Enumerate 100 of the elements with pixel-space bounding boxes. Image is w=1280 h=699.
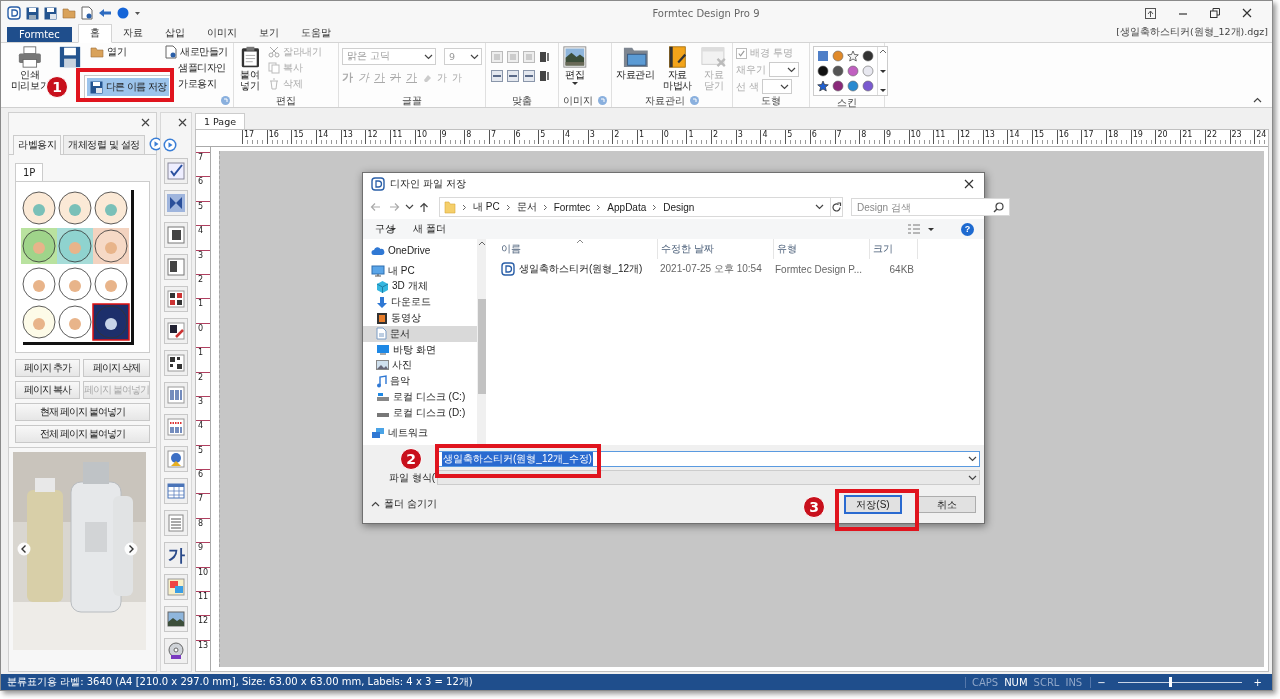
ribbon-button[interactable]: 열기 [88,45,160,59]
align-icon[interactable] [523,70,535,82]
panel-button[interactable]: 페이지 복사 [15,381,80,399]
restore-icon[interactable] [1210,8,1220,18]
tool-button[interactable] [164,350,188,376]
close-icon[interactable] [178,117,187,127]
dialog-button[interactable]: 저장(S) [844,494,902,514]
breadcrumb-item[interactable]: 내 PC [473,200,500,214]
close-icon[interactable] [1242,8,1252,18]
skin-icon[interactable] [832,65,844,77]
save-icon[interactable] [26,6,39,20]
ribbon-button[interactable]: 편집 [562,45,588,86]
caret-icon[interactable] [927,226,935,232]
chevron-right-icon[interactable] [124,542,138,556]
nav-item[interactable]: 바탕 화면 [363,341,477,358]
save-as-icon[interactable] [44,6,57,20]
zoom-in-button[interactable]: + [1253,676,1262,688]
nav-item[interactable]: 로컬 디스크 (D:) [363,404,477,421]
circle-icon[interactable] [117,7,129,19]
skin-gallery[interactable] [813,46,888,96]
checkbox[interactable] [736,47,747,59]
close-icon[interactable] [141,117,150,127]
ribbon-button[interactable]: 샘플디자인 [163,61,230,75]
nav-item[interactable]: 문서 [363,326,477,342]
nav-item[interactable]: 동영상 [363,310,477,326]
align-icon[interactable] [491,70,503,82]
ribbon-button[interactable]: 자료관리 [615,45,656,80]
nav-item[interactable]: 음악 [363,373,477,390]
column-header[interactable]: 크기 [870,239,918,259]
breadcrumb-item[interactable]: Formtec [553,201,591,213]
align-icon[interactable] [539,51,551,63]
address-bar[interactable]: 내 PC 문서 Formtec AppData Design [439,197,831,217]
close-icon[interactable] [964,179,974,189]
dialog-button[interactable]: 취소 [918,495,976,513]
breadcrumb-item[interactable]: AppData [607,201,647,213]
breadcrumb-item[interactable]: 문서 [516,200,537,214]
ribbon-tab[interactable]: 이미지 [195,25,248,42]
panel-button[interactable]: 현재 페이지 붙여넣기 [15,403,150,421]
ribbon-button[interactable]: 붙여넣기 [237,45,263,91]
tool-button[interactable] [164,286,188,312]
chevron-left-icon[interactable] [17,542,31,556]
more-icon[interactable] [878,88,887,93]
tool-button[interactable] [164,222,188,248]
column-header[interactable]: 유형 [774,239,870,259]
tool-button[interactable] [164,606,188,632]
panel-button[interactable]: 페이지 삭제 [82,359,150,377]
menu-item[interactable]: 다른 이름 저장 [87,78,169,96]
tool-button[interactable] [164,318,188,344]
up-icon[interactable] [419,201,429,213]
skin-icon[interactable] [817,80,829,92]
hide-folders-button[interactable]: 폴더 숨기기 [371,497,437,511]
play-icon[interactable] [163,138,177,152]
zoom-out-button[interactable]: − [1097,676,1106,688]
caret-icon[interactable] [134,10,141,16]
panel-button[interactable]: 페이지 추가 [15,359,80,377]
file-name-field[interactable]: 생일축하스티커(원형_12개_수정) [437,451,980,467]
nav-item[interactable]: 네트워크 [363,424,477,441]
recent-icon[interactable] [405,204,414,210]
panel-tab[interactable]: 라벨용지 [13,135,61,155]
ribbon-tab[interactable]: 홈 [77,24,112,43]
nav-item[interactable]: 다운로드 [363,294,477,311]
nav-item[interactable]: OneDrive [363,243,477,259]
undo-icon[interactable] [98,8,112,18]
tool-button[interactable] [164,254,188,280]
nav-item[interactable]: 사진 [363,357,477,374]
ribbon-button[interactable]: 자료 마법사 [661,45,694,91]
ribbon-button[interactable]: 새로만들기 [163,45,230,59]
panel-tab[interactable]: 개체정렬 및 설정 [63,135,145,154]
align-icon[interactable] [507,70,519,82]
file-type-combo[interactable] [437,470,980,485]
ribbon-tab[interactable]: 보기 [247,25,290,42]
dropdown-icon[interactable] [815,204,824,210]
page-tab[interactable]: 1P [15,163,44,181]
skin-icon[interactable] [817,65,829,77]
scroll-up-icon[interactable] [477,241,486,246]
nav-item[interactable]: 로컬 디스크 (C:) [363,389,477,405]
collapse-ribbon-icon[interactable] [1253,97,1262,103]
breadcrumb-item[interactable]: Design [663,201,695,213]
skin-icon[interactable] [832,80,844,92]
search-field[interactable]: Design 검색 [851,198,1010,216]
file-tab[interactable]: Formtec [7,27,72,42]
column-header[interactable]: 수정한 날짜 [658,239,774,259]
folder-icon[interactable] [62,7,76,19]
new-document-icon[interactable] [81,6,93,20]
skin-icon[interactable] [862,50,874,62]
scroll-down-icon[interactable] [878,68,887,74]
help-button[interactable]: ? [961,222,974,236]
ribbon-display-icon[interactable] [1145,7,1156,19]
tool-button[interactable] [164,158,188,184]
tool-button[interactable]: 가 [164,542,188,568]
slider-thumb[interactable] [1168,676,1172,687]
ribbon-tab[interactable]: 자료 [111,25,154,42]
nav-item[interactable]: 내 PC [363,262,477,279]
file-name-cell[interactable]: 생일축하스티커(원형_12개) [498,262,657,276]
ribbon-tab[interactable]: 도움말 [289,25,342,42]
document-tab[interactable]: 1 Page [195,113,246,129]
color-combo[interactable] [769,62,799,77]
align-icon[interactable] [539,70,551,82]
scrollbar-thumb[interactable] [477,299,486,394]
app-logo-icon[interactable] [7,6,21,20]
